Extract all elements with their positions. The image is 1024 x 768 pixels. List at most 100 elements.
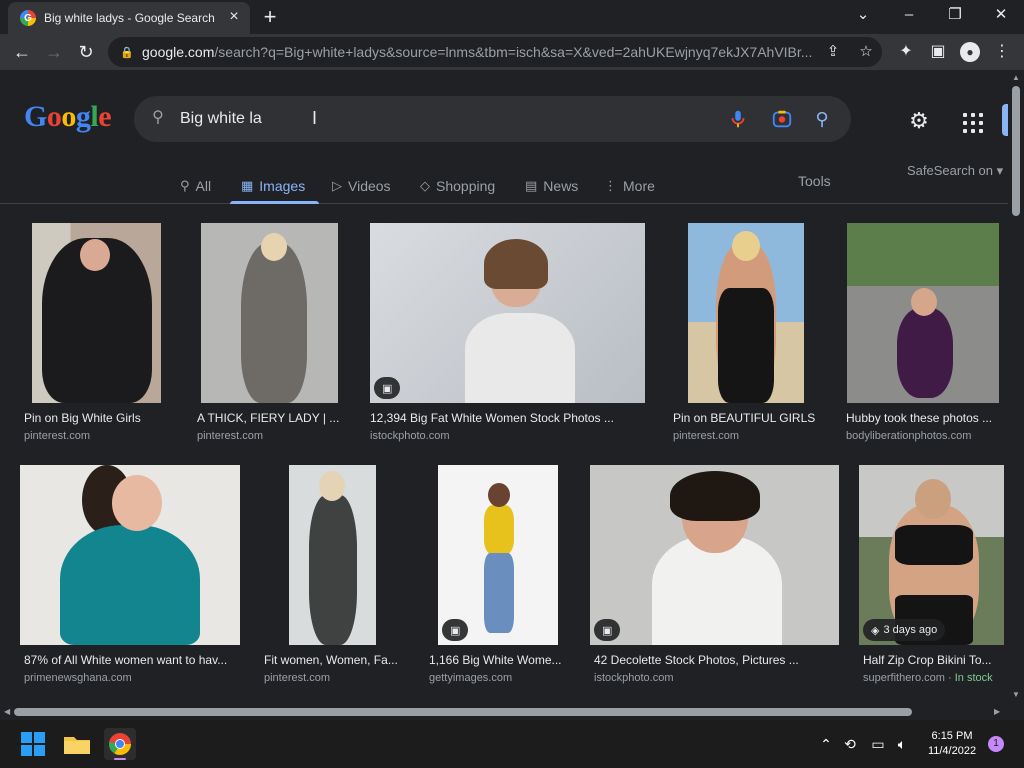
tools-button[interactable]: Tools — [798, 173, 831, 189]
new-tab-icon[interactable]: + — [258, 6, 282, 30]
result-source[interactable]: pinterest.com — [673, 430, 739, 442]
result-caption[interactable]: 12,394 Big Fat White Women Stock Photos … — [370, 411, 650, 425]
restore-icon[interactable]: ❐ — [941, 4, 969, 28]
image-badge: ▣ — [442, 619, 469, 641]
close-window-icon[interactable]: ✕ — [987, 4, 1015, 28]
result-source[interactable]: primenewsghana.com — [24, 672, 132, 684]
tab-strip: G Big white ladys - Google Search × + ⌄ … — [0, 0, 1024, 34]
settings-gear-icon[interactable]: ⚙ — [906, 108, 932, 134]
menu-kebab-icon[interactable]: ⋮ — [990, 40, 1014, 64]
vertical-scrollbar[interactable]: ▲ ▼ — [1008, 70, 1024, 704]
result-image[interactable] — [201, 223, 338, 403]
image-icon: ▦ — [241, 178, 254, 193]
search-results-page: Google ⚲ I ⚲ ⚙ ⚲All ▦Images ▷Videos ◇Sho… — [0, 70, 1008, 704]
tag-icon: ◇ — [420, 178, 430, 193]
browser-toolbar: ← → ↻ 🔒 google.com/search?q=Big+white+la… — [0, 34, 1024, 70]
result-image[interactable]: ▣ — [438, 465, 558, 645]
tab-videos[interactable]: ▷ Videos — [332, 172, 391, 200]
tab-all[interactable]: ⚲ All — [180, 172, 211, 200]
in-stock-label: · In stock — [944, 672, 993, 684]
result-source[interactable]: pinterest.com — [24, 430, 90, 442]
result-caption[interactable]: 1,166 Big White Wome... — [429, 653, 567, 667]
result-image[interactable]: ▣ — [370, 223, 645, 403]
result-image[interactable]: ◈ 3 days ago — [859, 465, 1004, 645]
result-source[interactable]: superfithero.com · In stock — [863, 672, 993, 684]
result-image[interactable] — [32, 223, 161, 403]
result-image[interactable] — [20, 465, 240, 645]
result-caption[interactable]: Pin on Big White Girls — [24, 411, 194, 425]
tab-close-icon[interactable]: × — [226, 9, 242, 26]
address-bar[interactable]: 🔒 google.com/search?q=Big+white+ladys&so… — [108, 37, 882, 67]
result-source[interactable]: gettyimages.com — [429, 672, 512, 684]
bookmark-star-icon[interactable]: ☆ — [856, 42, 876, 62]
tray-chevron-up-icon[interactable]: ⌃ — [816, 734, 836, 754]
image-icon: ▣ — [450, 624, 461, 637]
scroll-right-arrow-icon[interactable]: ▶ — [994, 707, 1000, 716]
vertical-scroll-thumb[interactable] — [1012, 86, 1020, 216]
result-image[interactable] — [688, 223, 804, 403]
result-caption[interactable]: A THICK, FIERY LADY | ... — [197, 411, 342, 425]
side-panel-icon[interactable]: ▣ — [926, 40, 950, 64]
tab-title: Big white ladys - Google Search — [44, 11, 215, 25]
windows-taskbar: ⌃ ⟲ ▭ 🔈︎ 6:15 PM 11/4/2022 1 — [0, 720, 1024, 768]
network-display-icon[interactable]: ▭ — [868, 734, 888, 754]
google-lens-icon[interactable] — [771, 108, 793, 130]
image-badge: ▣ — [594, 619, 621, 641]
active-tab-underline — [230, 201, 319, 204]
search-box[interactable]: ⚲ I ⚲ — [134, 96, 851, 142]
tab-images[interactable]: ▦ Images — [241, 172, 305, 200]
safesearch-toggle[interactable]: SafeSearch on ▾ — [907, 163, 1003, 179]
url-text[interactable]: google.com/search?q=Big+white+ladys&sour… — [142, 44, 812, 60]
search-type-tabs: ⚲ All ▦ Images ▷ Videos ◇ Shopping ▤ News ⋮ Mo… — [0, 168, 1008, 204]
search-input[interactable] — [180, 108, 700, 130]
horizontal-scroll-thumb[interactable] — [14, 708, 912, 716]
scroll-left-arrow-icon[interactable]: ◀ — [4, 707, 10, 716]
tab-news[interactable]: ▤ News — [525, 172, 578, 200]
result-source[interactable]: pinterest.com — [264, 672, 330, 684]
result-source[interactable]: istockphoto.com — [594, 672, 673, 684]
scroll-up-arrow-icon[interactable]: ▲ — [1012, 73, 1020, 82]
volume-icon[interactable]: 🔈︎ — [892, 734, 912, 754]
result-source[interactable]: pinterest.com — [197, 430, 263, 442]
notification-badge[interactable]: 1 — [988, 736, 1004, 752]
result-image[interactable] — [847, 223, 999, 403]
result-source[interactable]: bodyliberationphotos.com — [846, 430, 971, 442]
minimize-icon[interactable]: – — [895, 4, 923, 28]
search-icon: ⚲ — [180, 178, 190, 193]
extensions-puzzle-icon[interactable]: ✦ — [894, 40, 918, 64]
tab-search-chevron-icon[interactable]: ⌄ — [849, 4, 877, 28]
result-caption[interactable]: Hubby took these photos ... — [846, 411, 1001, 425]
chrome-taskbar-icon[interactable] — [104, 728, 136, 760]
update-sync-icon[interactable]: ⟲ — [840, 734, 860, 754]
reload-icon[interactable]: ↻ — [74, 40, 98, 64]
result-caption[interactable]: 87% of All White women want to hav... — [24, 653, 236, 667]
lock-icon: 🔒 — [120, 47, 134, 59]
file-explorer-icon[interactable] — [61, 728, 93, 760]
horizontal-scrollbar[interactable]: ◀ ▶ — [0, 704, 1024, 720]
google-apps-grid-icon[interactable] — [958, 108, 984, 134]
taskbar-clock[interactable]: 6:15 PM 11/4/2022 — [920, 729, 984, 759]
tab-more[interactable]: ⋮ More — [604, 172, 655, 200]
search-submit-icon[interactable]: ⚲ — [811, 108, 833, 130]
browser-tab[interactable]: G Big white ladys - Google Search × — [8, 2, 250, 34]
back-arrow-icon[interactable]: ← — [10, 40, 34, 64]
microphone-icon[interactable] — [727, 108, 749, 130]
result-caption[interactable]: Half Zip Crop Bikini To... — [863, 653, 1003, 667]
tag-icon: ◈ — [871, 624, 880, 637]
image-icon: ▣ — [382, 382, 393, 395]
logo-letter: o — [46, 100, 62, 133]
result-image[interactable]: ▣ — [590, 465, 839, 645]
result-source[interactable]: istockphoto.com — [370, 430, 449, 442]
profile-avatar-icon[interactable]: ● — [960, 42, 980, 62]
google-logo[interactable]: Google — [24, 100, 112, 134]
result-caption[interactable]: 42 Decolette Stock Photos, Pictures ... — [594, 653, 809, 667]
share-icon[interactable]: ⇪ — [823, 42, 843, 62]
windows-start-icon[interactable] — [17, 728, 49, 760]
tab-shopping[interactable]: ◇ Shopping — [420, 172, 495, 200]
text-cursor-icon: I — [312, 108, 318, 128]
result-caption[interactable]: Pin on BEAUTIFUL GIRLS — [673, 411, 833, 425]
result-caption[interactable]: Fit women, Women, Fa... — [264, 653, 402, 667]
result-image[interactable] — [289, 465, 376, 645]
forward-arrow-icon[interactable]: → — [42, 40, 66, 64]
scroll-down-arrow-icon[interactable]: ▼ — [1012, 690, 1020, 699]
